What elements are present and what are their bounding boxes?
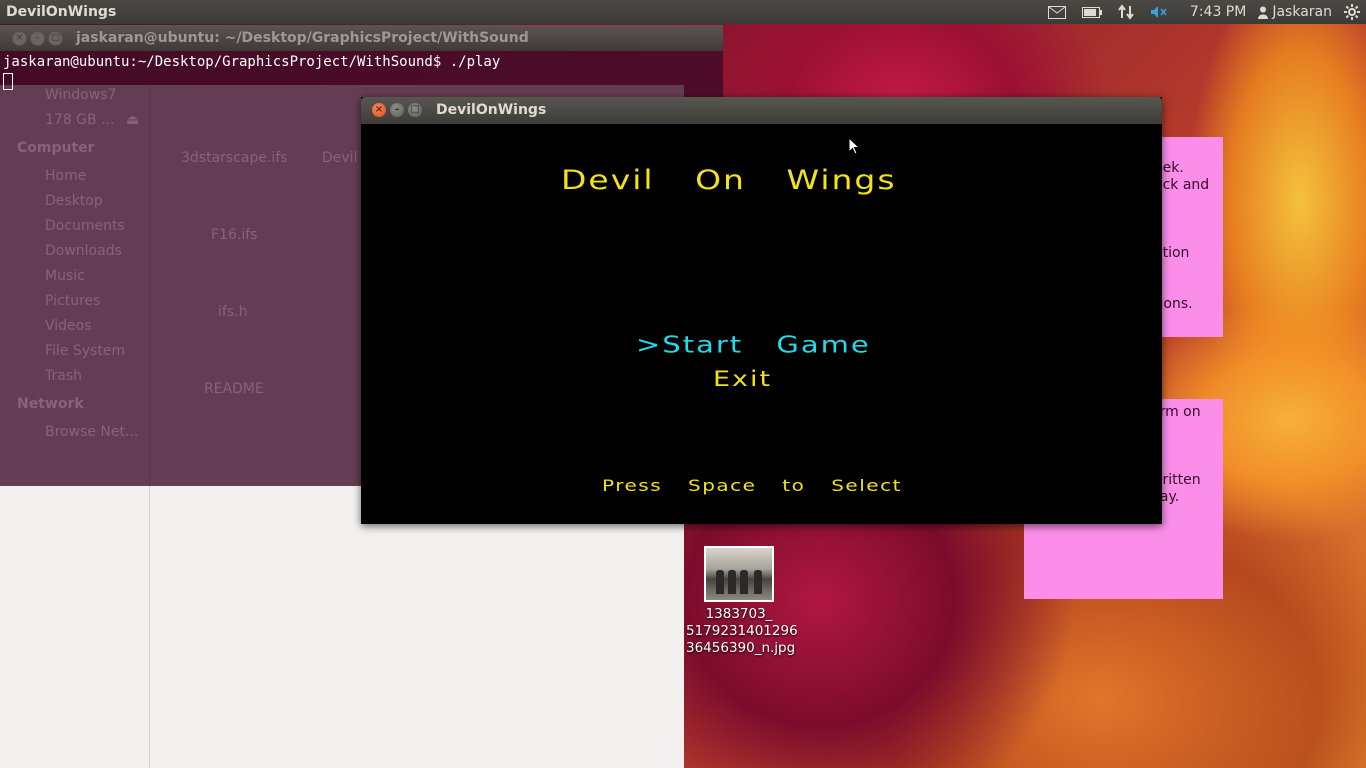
mail-icon[interactable]	[1040, 0, 1074, 24]
close-icon[interactable]: ×	[372, 103, 386, 117]
file-ifs-h[interactable]: ifs.h	[218, 304, 247, 320]
maximize-icon[interactable]: □	[48, 31, 63, 46]
game-canvas[interactable]: Devil On Wings >Start Game Exit Press Sp…	[361, 124, 1162, 524]
user-icon	[1258, 6, 1269, 19]
sidebar-heading-computer: Computer	[17, 140, 95, 156]
sidebar-item-videos[interactable]: Videos	[45, 318, 92, 334]
active-app-title: DevilOnWings	[6, 4, 117, 20]
maximize-icon[interactable]: □	[408, 103, 422, 117]
terminal-titlebar[interactable]: × – □ jaskaran@ubuntu: ~/Desktop/Graphic…	[0, 25, 723, 51]
top-panel: DevilOnWings 7:43 PM Jaskaran	[0, 0, 1366, 24]
sidebar-item-browse-network[interactable]: Browse Net...	[45, 424, 138, 440]
game-window[interactable]: × – □ DevilOnWings Devil On Wings >Start…	[361, 97, 1162, 524]
minimize-icon[interactable]: –	[390, 103, 404, 117]
sidebar-item-documents[interactable]: Documents	[45, 218, 125, 234]
network-icon[interactable]	[1110, 0, 1142, 24]
eject-icon[interactable]: ⏏	[126, 112, 139, 128]
file-readme[interactable]: README	[204, 381, 264, 397]
minimize-icon[interactable]: –	[30, 31, 45, 46]
system-tray: 7:43 PM Jaskaran	[1040, 0, 1366, 24]
game-window-title: DevilOnWings	[436, 102, 547, 118]
mouse-pointer-icon	[848, 136, 861, 159]
user-name: Jaskaran	[1272, 4, 1332, 20]
menu-start-game[interactable]: >Start Game	[636, 331, 871, 358]
sidebar-item-downloads[interactable]: Downloads	[45, 243, 122, 259]
close-icon[interactable]: ×	[12, 31, 27, 46]
terminal-title: jaskaran@ubuntu: ~/Desktop/GraphicsProje…	[76, 30, 529, 46]
terminal-cursor	[3, 73, 13, 90]
file-3dstarscape[interactable]: 3dstarscape.ifs	[181, 150, 288, 166]
settings-gear-icon[interactable]	[1340, 0, 1366, 24]
sidebar-item-pictures[interactable]: Pictures	[45, 293, 100, 309]
menu-exit[interactable]: Exit	[713, 367, 772, 392]
game-title: Devil On Wings	[561, 164, 897, 196]
sidebar-item-desktop[interactable]: Desktop	[45, 193, 103, 209]
battery-icon[interactable]	[1074, 0, 1110, 24]
file-devil-partial[interactable]: Devil	[322, 150, 357, 166]
sidebar-item-trash[interactable]: Trash	[45, 368, 82, 384]
terminal-prompt-line: jaskaran@ubuntu:~/Desktop/GraphicsProjec…	[3, 54, 501, 70]
game-titlebar[interactable]: × – □ DevilOnWings	[361, 97, 1162, 124]
sidebar-heading-network: Network	[17, 396, 84, 412]
sticky-note-text: eek. ock and . n ation . tions.	[1154, 160, 1210, 312]
select-hint: Press Space to Select	[602, 476, 902, 496]
file-f16[interactable]: F16.ifs	[211, 227, 257, 243]
sidebar-item-filesystem[interactable]: File System	[45, 343, 125, 359]
user-menu[interactable]: Jaskaran	[1254, 0, 1340, 24]
volume-muted-icon[interactable]	[1142, 0, 1176, 24]
clock[interactable]: 7:43 PM	[1176, 0, 1254, 24]
sidebar-device-disk[interactable]: 178 GB ...	[45, 112, 114, 128]
sidebar-item-music[interactable]: Music	[45, 268, 85, 284]
sidebar-item-home[interactable]: Home	[45, 168, 86, 184]
sidebar-device-windows7[interactable]: Windows7	[45, 87, 116, 103]
